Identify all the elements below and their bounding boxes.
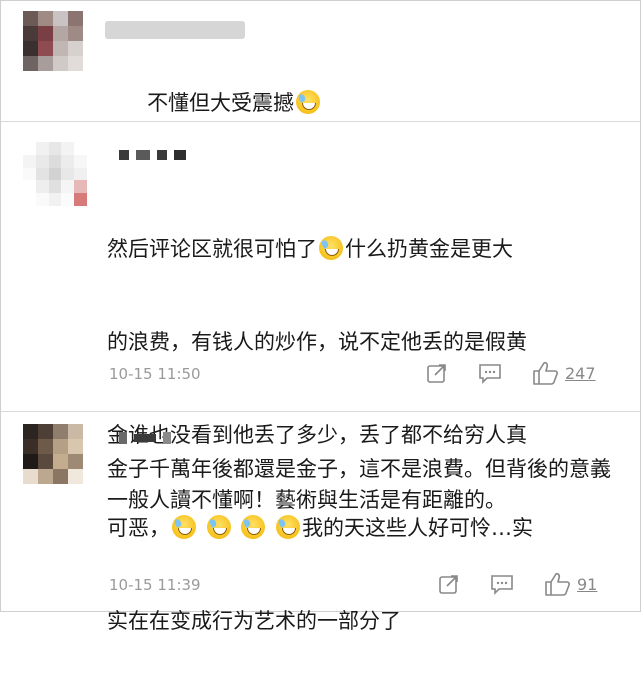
- share-icon[interactable]: [437, 572, 461, 596]
- username-redacted[interactable]: [119, 432, 171, 444]
- comment-icon[interactable]: [489, 572, 515, 596]
- like-count[interactable]: 91: [577, 575, 597, 594]
- comment-timestamp: 10-15 11:39: [109, 576, 201, 594]
- comment-icon[interactable]: [477, 361, 503, 385]
- comment-section: 不懂但大受震撼 然后评论区就很可怕了 什么扔黄金是更大 的浪费，有钱人的炒作，说不…: [0, 0, 641, 633]
- like-button[interactable]: 91: [543, 571, 597, 597]
- like-icon: [545, 572, 570, 596]
- comment-actions: 91: [437, 571, 597, 597]
- avatar[interactable]: [23, 142, 87, 206]
- comment-actions: 247: [425, 360, 596, 386]
- comment-item: 然后评论区就很可怕了 什么扔黄金是更大 的浪费，有钱人的炒作，说不定他丢的是假黄 …: [1, 122, 640, 633]
- sweat-smile-emoji-icon: [296, 90, 321, 114]
- username-redacted[interactable]: [105, 21, 245, 39]
- comment-item: 金子千萬年後都還是金子，這不是浪費。但背後的意義一般人讀不懂啊！藝術與生活是有距…: [1, 412, 640, 611]
- sweat-smile-emoji-icon: [319, 236, 343, 260]
- comment-text: 金子千萬年後都還是金子，這不是浪費。但背後的意義一般人讀不懂啊！藝術與生活是有距…: [107, 457, 611, 512]
- share-icon[interactable]: [425, 361, 449, 385]
- avatar[interactable]: [23, 424, 83, 484]
- comment-timestamp: 10-15 11:50: [109, 365, 201, 383]
- avatar[interactable]: [23, 11, 83, 71]
- username-redacted[interactable]: [119, 150, 186, 160]
- like-button[interactable]: 247: [531, 360, 596, 386]
- like-count[interactable]: 247: [565, 364, 596, 383]
- comment-item: 不懂但大受震撼: [1, 1, 640, 119]
- like-icon: [533, 361, 558, 385]
